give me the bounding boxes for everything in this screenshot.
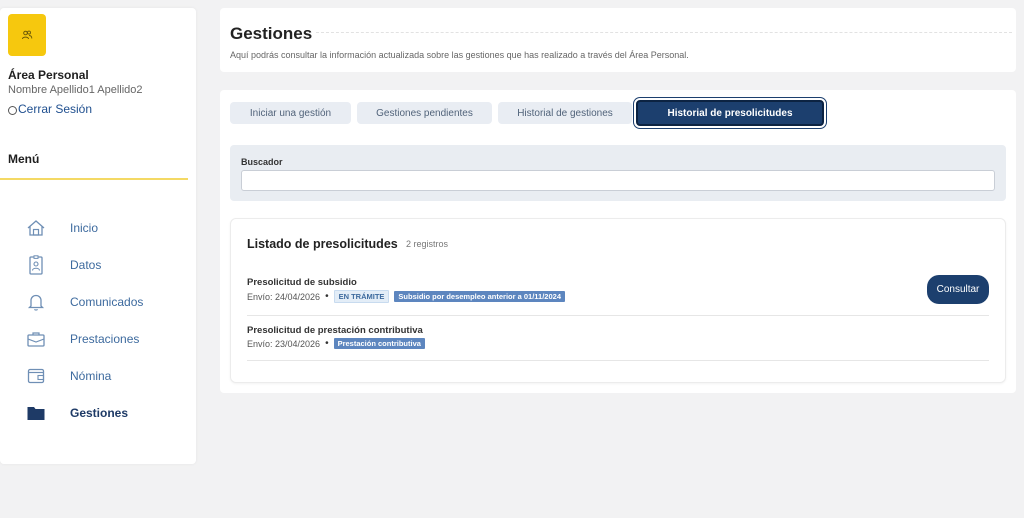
- page-title: Gestiones: [230, 24, 313, 43]
- logout-icon: [8, 105, 17, 115]
- row-meta: Envío: 24/04/2026 • EN TRÁMITE Subsidio …: [247, 290, 565, 303]
- tab-gestiones-pendientes[interactable]: Gestiones pendientes: [357, 102, 492, 124]
- sidebar-item-label: Nómina: [70, 369, 112, 383]
- bell-icon: [24, 291, 48, 313]
- list-item: Presolicitud de prestación contributiva …: [247, 316, 989, 361]
- page-subtitle: Aquí podrás consultar la información act…: [230, 50, 689, 60]
- menu-divider: [0, 178, 188, 180]
- search-label: Buscador: [241, 157, 283, 167]
- row-title: Presolicitud de subsidio: [247, 277, 357, 288]
- sidebar-item-nomina[interactable]: Nómina: [24, 364, 111, 388]
- home-icon: [24, 217, 48, 239]
- sidebar-item-inicio[interactable]: Inicio: [24, 216, 98, 240]
- area-title: Área Personal: [8, 68, 89, 82]
- logout-label: Cerrar Sesión: [18, 102, 93, 116]
- logout-link[interactable]: Cerrar Sesión: [8, 102, 92, 116]
- search-input[interactable]: [241, 170, 995, 191]
- header-divider: [316, 32, 1012, 33]
- user-name: Nombre Apellido1 Apellido2: [8, 84, 143, 96]
- sidebar-item-label: Prestaciones: [70, 332, 140, 346]
- menu-title: Menú: [8, 152, 40, 166]
- row-meta: Envío: 23/04/2026 • Prestación contribut…: [247, 338, 425, 349]
- briefcase-icon: [24, 328, 48, 350]
- tab-iniciar-gestion[interactable]: Iniciar una gestión: [230, 102, 351, 124]
- row-title: Presolicitud de prestación contributiva: [247, 325, 423, 336]
- status-badge: EN TRÁMITE: [333, 290, 390, 303]
- info-badge: Prestación contributiva: [333, 338, 425, 349]
- page-header: Gestiones Aquí podrás consultar la infor…: [220, 8, 1016, 72]
- sidebar-item-label: Gestiones: [70, 406, 129, 420]
- consultar-button[interactable]: Consultar: [927, 275, 989, 304]
- sidebar-item-gestiones[interactable]: Gestiones: [24, 401, 128, 425]
- wallet-icon: [24, 365, 48, 387]
- list-count: 2 registros: [406, 239, 449, 249]
- tab-historial-presolicitudes[interactable]: Historial de presolicitudes: [636, 100, 824, 126]
- sidebar-item-datos[interactable]: Datos: [24, 253, 101, 277]
- main-panel: Iniciar una gestión Gestiones pendientes…: [220, 90, 1016, 393]
- sidebar-item-prestaciones[interactable]: Prestaciones: [24, 327, 139, 351]
- list-item: Presolicitud de subsidio Envío: 24/04/20…: [247, 267, 989, 316]
- row-date: Envío: 24/04/2026: [247, 291, 321, 302]
- sidebar-item-label: Inicio: [70, 221, 99, 235]
- sidebar-item-comunicados[interactable]: Comunicados: [24, 290, 143, 314]
- separator-dot-icon: •: [325, 338, 329, 349]
- id-badge-icon: [24, 254, 48, 276]
- folder-icon: [24, 402, 48, 424]
- separator-dot-icon: •: [325, 291, 329, 302]
- users-icon: [22, 30, 33, 40]
- search-panel: Buscador: [230, 145, 1006, 201]
- info-badge: Subsidio por desempleo anterior a 01/11/…: [394, 291, 565, 302]
- presolicitudes-list: Listado de presolicitudes 2 registros Pr…: [230, 218, 1006, 383]
- tab-historial-gestiones[interactable]: Historial de gestiones: [498, 102, 632, 124]
- sidebar: Área Personal Nombre Apellido1 Apellido2…: [0, 8, 196, 464]
- avatar: [8, 14, 46, 56]
- row-date: Envío: 23/04/2026: [247, 338, 321, 349]
- sidebar-item-label: Comunicados: [70, 295, 144, 309]
- list-title: Listado de presolicitudes: [247, 237, 398, 251]
- sidebar-item-label: Datos: [70, 258, 102, 272]
